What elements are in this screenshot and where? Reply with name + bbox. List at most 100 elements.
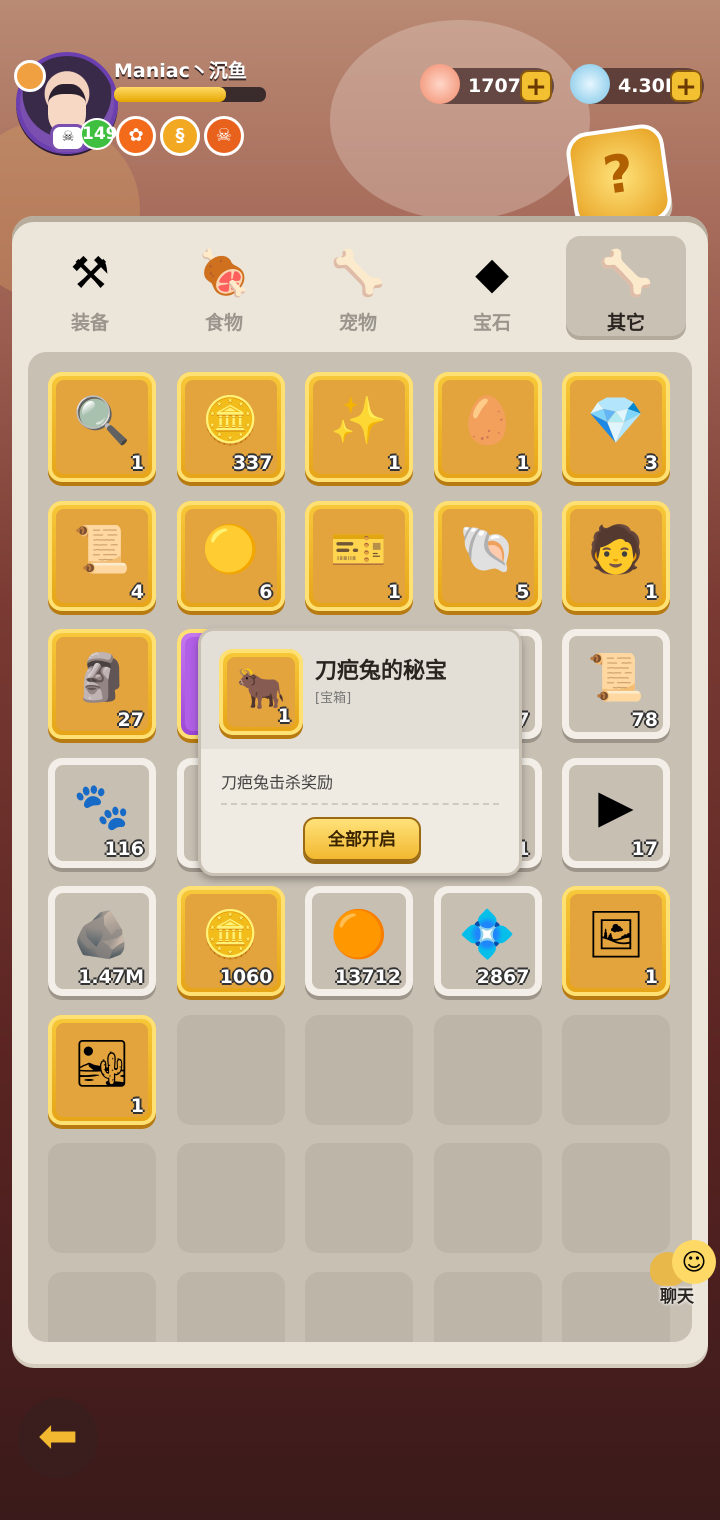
- item-slot[interactable]: 🐚 5: [433, 500, 542, 611]
- add-crystal-button[interactable]: +: [670, 70, 702, 102]
- empty-slot: [176, 1014, 285, 1125]
- item-slot[interactable]: 🪨 1.47M: [48, 886, 156, 996]
- idol-statue-icon: 🗿: [73, 650, 131, 704]
- item-slot[interactable]: 💎 3: [562, 372, 670, 482]
- tab-dino-skull[interactable]: 🦴 宠物: [298, 236, 418, 340]
- popup-divider: [221, 803, 499, 805]
- tab-label: 其它: [606, 312, 645, 334]
- exp-bar: [114, 87, 266, 102]
- crystal-currency: 4.30M +: [570, 64, 704, 104]
- item-slot[interactable]: 🟡 6: [176, 500, 285, 611]
- tab-gem[interactable]: ◆ 宝石: [432, 236, 552, 340]
- item-count: 5: [516, 580, 530, 603]
- tab-hammer[interactable]: ⚒ 装备: [30, 236, 150, 340]
- item-slot[interactable]: 🐾 116: [48, 757, 156, 868]
- item-slot[interactable]: ▶ 17: [562, 757, 670, 868]
- empty-slot: [305, 1143, 413, 1253]
- item-count: 2867: [476, 966, 530, 988]
- popup-item-slot: 🐂 1: [219, 649, 303, 735]
- bronze-coin-icon: 🟠: [330, 907, 388, 961]
- empty-slot: [305, 1014, 413, 1125]
- shell-coin-icon: 🐚: [458, 521, 517, 576]
- item-slot[interactable]: 📜 4: [48, 500, 156, 611]
- treasure-chest-icon: 💎: [587, 393, 645, 447]
- empty-slot: [433, 1271, 542, 1342]
- gold-nugget-icon: 🟡: [201, 521, 260, 576]
- back-button[interactable]: ⬅: [18, 1398, 98, 1478]
- chat-label: 聊天: [660, 1287, 694, 1307]
- tab-food-bowl[interactable]: 🍖 食物: [164, 236, 284, 340]
- item-count: 6: [259, 580, 273, 603]
- item-count: 13712: [334, 966, 401, 988]
- item-count: 1: [644, 966, 658, 988]
- empty-slot: [562, 1014, 670, 1125]
- popup-item-count: 1: [277, 705, 291, 727]
- item-count: 1: [387, 452, 401, 474]
- item-count: 78: [631, 709, 658, 731]
- tab-label: 装备: [70, 312, 109, 334]
- item-slot[interactable]: 🏜 1: [48, 1014, 156, 1125]
- popup-type: [宝箱]: [315, 691, 352, 706]
- item-slot[interactable]: 📜 78: [562, 629, 670, 739]
- paw-ticket-icon: 🐾: [73, 778, 131, 833]
- gem-icon: ◆: [475, 248, 509, 299]
- item-count: 1: [130, 452, 144, 474]
- empty-slot: [48, 1143, 156, 1253]
- item-count: 1060: [219, 966, 273, 988]
- gold-coin-icon: 🪙: [201, 393, 260, 447]
- player-name: Maniac丶沉鱼: [114, 60, 247, 82]
- empty-slot: [48, 1271, 156, 1342]
- empty-slot: [562, 1143, 670, 1253]
- item-count: 1: [516, 452, 530, 474]
- item-slot[interactable]: 🪙 337: [176, 372, 285, 482]
- tab-label: 宝石: [472, 312, 511, 334]
- chat-button[interactable]: ☺ 聊天: [648, 1240, 720, 1310]
- orange-scroll-icon: 📜: [587, 650, 645, 704]
- egg-nest-icon: 🥚: [458, 393, 517, 447]
- shell-icon: [420, 64, 460, 104]
- item-slot[interactable]: 🎫 1: [305, 500, 413, 611]
- dino-skull-icon: 🦴: [330, 248, 386, 299]
- item-count: 116: [104, 837, 144, 860]
- item-slot[interactable]: 🔍 1: [48, 372, 156, 482]
- sonic-card-icon: 🖼: [586, 907, 646, 961]
- glowing-chest-icon: ✨: [330, 393, 388, 447]
- empty-slot: [433, 1014, 542, 1125]
- item-count: 4: [130, 580, 144, 603]
- back-arrow-icon: ⬅: [37, 1408, 79, 1464]
- item-count: 17: [631, 837, 658, 860]
- skull-badge-icon[interactable]: ☠: [204, 116, 244, 156]
- item-slot[interactable]: 🪙 1060: [176, 886, 285, 996]
- item-slot[interactable]: 🗿 27: [48, 629, 156, 739]
- item-slot[interactable]: ✨ 1: [305, 372, 413, 482]
- popup-title: 刀疤兔的秘宝: [315, 659, 448, 684]
- item-slot[interactable]: 💠 2867: [433, 886, 542, 996]
- shell-currency: 1707 +: [420, 64, 554, 104]
- item-count: 1: [130, 1094, 144, 1117]
- item-slot[interactable]: 🥚 1: [433, 372, 542, 482]
- item-slot[interactable]: 🟠 13712: [305, 886, 413, 996]
- item-slot[interactable]: 🖼 1: [562, 886, 670, 996]
- bone-icon: 🦴: [598, 248, 654, 299]
- rune-coin-icon: 🪙: [201, 907, 260, 961]
- tab-label: 食物: [204, 312, 243, 334]
- prism-crystal-icon: 💠: [458, 907, 517, 961]
- crystal-icon: [570, 64, 610, 104]
- tab-bone[interactable]: 🦴 其它: [566, 236, 686, 340]
- item-slot[interactable]: 🧑 1: [562, 500, 670, 611]
- item-count: 27: [117, 709, 144, 731]
- hammer-icon: ⚒: [70, 248, 110, 299]
- item-count: 1: [644, 580, 658, 603]
- food-bowl-icon: 🍖: [196, 248, 252, 299]
- empty-slot: [305, 1271, 413, 1342]
- flower-icon[interactable]: ✿: [116, 116, 156, 156]
- character-card-icon: 🧑: [587, 521, 645, 576]
- exp-fill: [114, 87, 227, 102]
- open-all-button[interactable]: 全部开启: [303, 817, 421, 861]
- add-shell-button[interactable]: +: [520, 70, 552, 102]
- item-detail-popup: 🐂 1 刀疤兔的秘宝 [宝箱] 刀疤兔击杀奖励 全部开启: [198, 628, 522, 876]
- coin-swirl-icon[interactable]: §: [160, 116, 200, 156]
- play-ticket-icon: ▶: [598, 778, 634, 833]
- smiley-icon: ☺: [672, 1240, 716, 1284]
- item-count: 1: [387, 580, 401, 603]
